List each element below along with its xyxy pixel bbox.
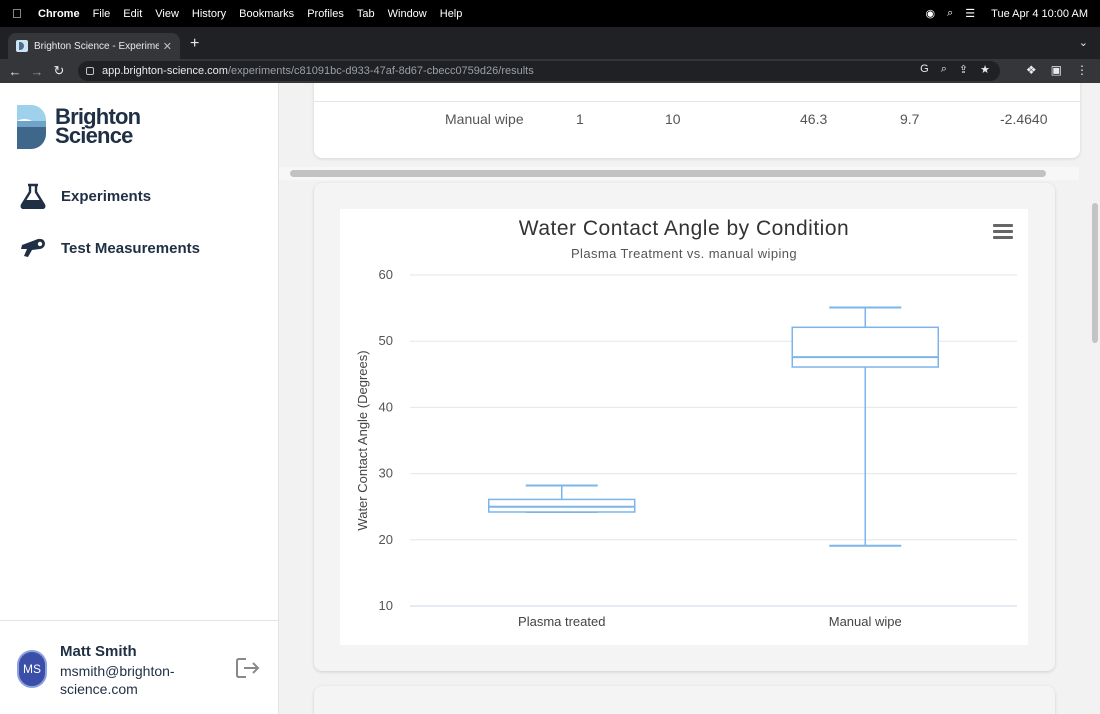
zoom-icon[interactable]: ⌕: [941, 63, 947, 76]
table-cell-column-4: 46.3: [800, 111, 828, 127]
extensions-puzzle-icon[interactable]: ❖: [1026, 63, 1037, 77]
url-domain: app.brighton-science.com: [102, 65, 228, 77]
main-content: Manual wipe 1 10 46.3 9.7 -2.4640 10 20 30…: [279, 83, 1100, 714]
logout-icon[interactable]: [235, 657, 261, 679]
y-tick-label: 60: [379, 267, 393, 282]
x-tick-label: Plasma treated: [518, 614, 605, 629]
menu-help[interactable]: Help: [440, 8, 463, 20]
y-tick-label: 20: [379, 532, 393, 547]
box: [791, 326, 939, 368]
boxplot-chart: 10 20 30 40 50 60 Water Contact Angle (Degrees…: [340, 209, 1028, 645]
y-tick-label: 30: [379, 466, 393, 481]
menu-bookmarks[interactable]: Bookmarks: [239, 8, 294, 20]
lock-icon[interactable]: [86, 67, 94, 75]
side-panel-icon[interactable]: ▣: [1051, 63, 1062, 77]
omnibox-icons: G ⌕ ⇪ ★: [920, 63, 990, 76]
y-tick-label: 50: [379, 333, 393, 348]
menu-edit[interactable]: Edit: [123, 8, 142, 20]
logo-line-2: Science: [55, 123, 133, 148]
browser-tab-active[interactable]: Brighton Science - Experiment ✕: [8, 33, 180, 59]
table-row-divider: [314, 101, 1080, 102]
sidebar-item-test-measurements[interactable]: Test Measurements: [18, 235, 200, 261]
table-horizontal-scrollbar[interactable]: [290, 170, 1046, 177]
wifi-icon[interactable]: ◉: [926, 7, 936, 20]
page-vertical-scrollbar[interactable]: [1092, 203, 1098, 343]
table-cell-column-6: -2.4640: [1000, 111, 1048, 127]
back-arrow-icon[interactable]: ←: [4, 64, 26, 79]
tab-title: Brighton Science - Experiment: [34, 40, 159, 52]
user-profile-panel: MS Matt Smith msmith@brighton-science.co…: [0, 620, 278, 714]
sidebar-item-experiments[interactable]: Experiments: [18, 183, 151, 209]
sidebar-item-label: Experiments: [61, 187, 152, 205]
next-results-card: [314, 686, 1055, 714]
y-axis-title: Water Contact Angle (Degrees): [355, 350, 370, 530]
extension-area: ❖ ▣ ⋮: [1026, 63, 1088, 77]
menu-view[interactable]: View: [155, 8, 179, 20]
menu-app-chrome[interactable]: Chrome: [38, 8, 80, 20]
chart-context-menu-icon[interactable]: [993, 224, 1013, 240]
brighton-science-logo[interactable]: Brighton Science: [17, 105, 147, 151]
measurement-gun-icon: [21, 238, 45, 257]
y-tick-label: 40: [379, 399, 393, 414]
reload-icon[interactable]: ↻: [48, 63, 70, 79]
google-lens-icon[interactable]: G: [920, 63, 929, 76]
new-tab-plus-icon[interactable]: +: [190, 36, 199, 52]
table-cell-column-2: 1: [576, 111, 584, 127]
spotlight-search-icon[interactable]: ⌕: [947, 7, 953, 20]
tab-search-chevron-icon[interactable]: ⌄: [1079, 36, 1088, 49]
chart-svg: 10 20 30 40 50 60 Water Contact Angle (Degrees…: [355, 267, 1017, 629]
table-cell-condition: Manual wipe: [445, 111, 524, 127]
logo-wordmark: Brighton Science: [55, 106, 141, 148]
brighton-logo-mark-icon: [17, 105, 46, 149]
apple-icon[interactable]: : [12, 6, 32, 21]
forward-arrow-icon[interactable]: →: [26, 64, 48, 79]
menu-profiles[interactable]: Profiles: [307, 8, 344, 20]
table-cell-column-3: 10: [665, 111, 681, 127]
site-favicon-icon: [16, 40, 28, 52]
menubar-clock[interactable]: Tue Apr 4 10:00 AM: [991, 8, 1088, 20]
menu-history[interactable]: History: [192, 8, 226, 20]
address-bar[interactable]: app.brighton-science.com /experiments/c8…: [78, 61, 1000, 81]
menu-tab[interactable]: Tab: [357, 8, 375, 20]
table-cell-column-5: 9.7: [900, 111, 920, 127]
x-tick-label: Manual wipe: [829, 614, 902, 629]
bookmark-star-icon[interactable]: ★: [980, 63, 990, 76]
app-sidebar: Brighton Science Experiments Test Measur…: [0, 83, 279, 714]
menubar-status-area: ◉ ⌕ ☰ Tue Apr 4 10:00 AM: [926, 0, 1088, 27]
flask-icon: [20, 183, 46, 209]
user-name: Matt Smith: [60, 643, 137, 660]
browser-tabstrip: Brighton Science - Experiment ✕ + ⌄: [0, 27, 1100, 59]
url-path: /experiments/c81091bc-d933-47af-8d67-cbe…: [227, 65, 534, 77]
chart-subtitle: Plasma Treatment vs. manual wiping: [570, 246, 798, 261]
menu-window[interactable]: Window: [388, 8, 427, 20]
chrome-menu-icon[interactable]: ⋮: [1076, 63, 1088, 77]
chart-card: 10 20 30 40 50 60 Water Contact Angle (Degrees…: [314, 183, 1055, 671]
browser-toolbar: ← → ↻ app.brighton-science.com /experime…: [0, 59, 1100, 83]
control-center-icon[interactable]: ☰: [965, 7, 975, 20]
y-tick-label: 10: [379, 598, 393, 613]
results-table-card: Manual wipe 1 10 46.3 9.7 -2.4640: [314, 83, 1080, 158]
macos-menubar:  Chrome File Edit View History Bookmark…: [0, 0, 1100, 27]
sidebar-item-label: Test Measurements: [61, 239, 200, 257]
close-tab-icon[interactable]: ✕: [163, 40, 172, 53]
user-email: msmith@brighton-science.com: [60, 663, 175, 697]
menu-file[interactable]: File: [93, 8, 111, 20]
avatar[interactable]: MS: [17, 650, 47, 688]
chart-title: Water Contact Angle by Condition: [518, 217, 850, 240]
share-icon[interactable]: ⇪: [959, 63, 968, 76]
